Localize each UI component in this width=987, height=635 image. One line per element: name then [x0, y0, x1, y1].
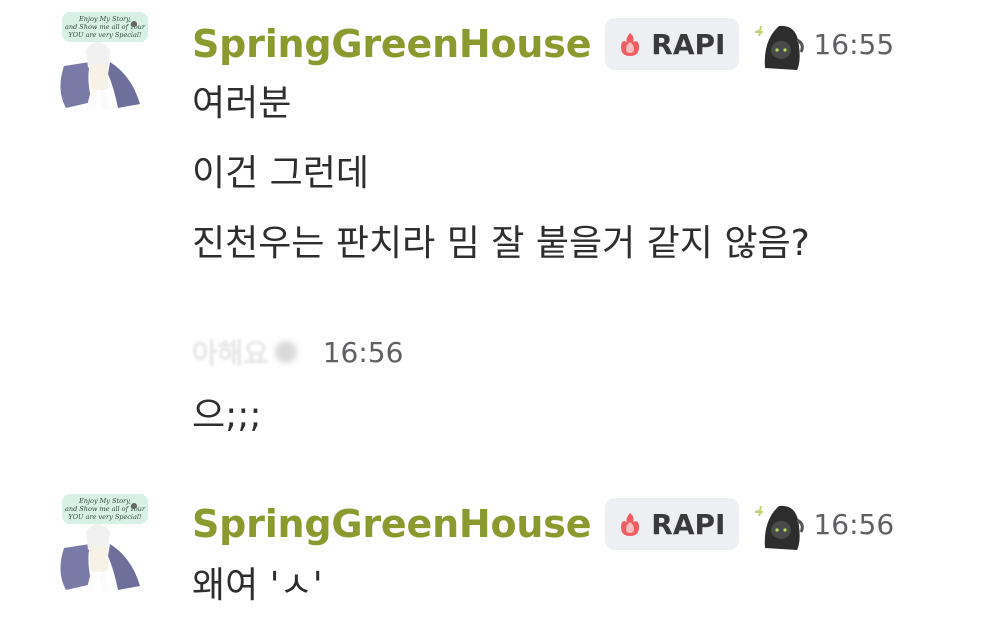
flame-heart-icon — [621, 513, 640, 536]
avatar-banner-line-3: YOU are very Special! — [68, 513, 142, 521]
server-tag[interactable]: RAPI — [605, 498, 740, 550]
timestamp: 16:56 — [322, 335, 404, 369]
message-text: 으;;; — [192, 395, 262, 436]
username[interactable]: SpringGreenHouse — [192, 502, 591, 546]
username[interactable]: 아해요 — [192, 332, 269, 372]
timestamp: 16:55 — [813, 27, 895, 61]
anime-girl-avatar: Enjoy My Story, and Show me all of Your … — [60, 494, 148, 592]
username[interactable]: SpringGreenHouse — [192, 22, 591, 66]
user-avatar[interactable]: Enjoy My Story, and Show me all of Your … — [46, 10, 152, 116]
user-avatar[interactable]: Enjoy My Story, and Show me all of Your … — [46, 492, 152, 598]
server-tag-label: RAPI — [651, 27, 726, 61]
server-tag[interactable]: RAPI — [605, 18, 740, 70]
anime-girl-avatar: Enjoy My Story, and Show me all of Your … — [60, 12, 148, 110]
flame-heart-icon — [621, 33, 640, 56]
avatar-banner-line-3: YOU are very Special! — [68, 31, 142, 39]
message-header: SpringGreenHouse RAPI 16:55 — [192, 16, 894, 72]
hooded-character-icon[interactable] — [753, 16, 807, 72]
blurred-icon — [274, 341, 297, 363]
message-text: 이건 그런데 — [192, 153, 370, 194]
timestamp: 16:56 — [813, 507, 895, 541]
message-header: SpringGreenHouse RAPI 16:56 — [192, 496, 894, 552]
message-text: 진천우는 판치라 밈 잘 붙을거 같지 않음? — [192, 223, 810, 264]
avatar-banner-line-1: Enjoy My Story, — [78, 497, 131, 505]
hooded-character-icon[interactable] — [753, 496, 807, 552]
message-text: 왜여 'ㅅ' — [192, 565, 323, 606]
message-text: 여러분 — [192, 83, 292, 124]
server-tag-label: RAPI — [651, 507, 726, 541]
avatar-banner-line-1: Enjoy My Story, — [78, 15, 131, 23]
message-header: 아해요 16:56 — [192, 324, 403, 380]
